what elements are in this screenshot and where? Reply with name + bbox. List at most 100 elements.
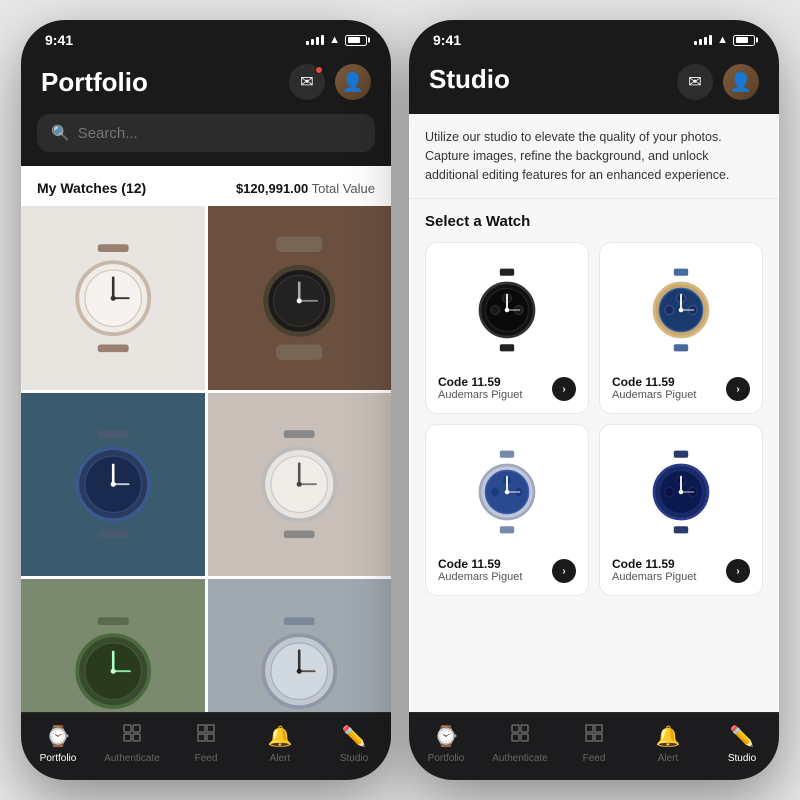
studio-screen: 9:41 ▲ Studio ✉ — [409, 20, 779, 780]
watch-card-3[interactable]: Code 11.59 Audemars Piguet › — [425, 424, 589, 596]
select-watch-section: Select a Watch — [409, 199, 779, 712]
portfolio-main: My Watches (12) $120,991.00 Total Value — [21, 166, 391, 712]
studio-description-text: Utilize our studio to elevate the qualit… — [425, 128, 763, 184]
nav-item-studio[interactable]: ✏️ Studio — [317, 724, 391, 764]
studio-avatar-button[interactable]: 👤 — [723, 64, 759, 100]
watch-selection-grid: Code 11.59 Audemars Piguet › — [425, 242, 763, 596]
studio-title: Studio — [429, 64, 510, 95]
watch-cell-4[interactable] — [208, 393, 392, 577]
search-icon: 🔍 — [51, 124, 70, 142]
watch-img-area-4 — [612, 437, 750, 547]
total-value-amount: $120,991.00 — [236, 181, 308, 196]
alert2-nav-label: Alert — [658, 753, 679, 764]
nav-item-authenticate[interactable]: Authenticate — [95, 723, 169, 764]
search-bar-wrapper: 🔍 — [21, 114, 391, 166]
watch-illustration-4 — [235, 420, 363, 548]
watch-img-area-1 — [438, 255, 576, 365]
header-actions: ✉ 👤 — [289, 64, 371, 100]
status-bar-1: 9:41 ▲ — [21, 20, 391, 56]
watch-card-4[interactable]: Code 11.59 Audemars Piguet › — [599, 424, 763, 596]
studio-watch-svg-2 — [641, 265, 721, 355]
portfolio-section: My Watches (12) $120,991.00 Total Value — [21, 166, 391, 712]
status-time-1: 9:41 — [45, 32, 73, 48]
nav-item-portfolio[interactable]: ⌚ Portfolio — [21, 724, 95, 764]
battery-icon — [345, 35, 367, 46]
studio2-nav-label: Studio — [728, 753, 756, 764]
studio-avatar-face: 👤 — [723, 64, 759, 100]
watch-illustration-6 — [235, 607, 363, 712]
watch-cell-5[interactable] — [21, 579, 205, 712]
authenticate-nav-label: Authenticate — [104, 753, 160, 764]
watch-illustration-1 — [49, 234, 177, 362]
nav2-item-portfolio[interactable]: ⌚ Portfolio — [409, 724, 483, 764]
signal-bar-2-4 — [709, 35, 712, 45]
mail-icon: ✉ — [300, 72, 313, 92]
studio-watch-svg-4 — [641, 447, 721, 537]
studio-nav-icon: ✏️ — [342, 724, 367, 749]
feed-nav-label: Feed — [195, 753, 218, 764]
alert2-nav-icon: 🔔 — [656, 724, 681, 749]
portfolio2-nav-icon: ⌚ — [434, 724, 459, 749]
watch-cell-1[interactable] — [21, 206, 205, 390]
feed2-nav-label: Feed — [583, 753, 606, 764]
watch-grid — [21, 206, 391, 712]
total-value-suffix: Total Value — [312, 181, 375, 196]
watches-count-label: My Watches (12) — [37, 180, 146, 196]
nav2-item-authenticate[interactable]: Authenticate — [483, 723, 557, 764]
portfolio-title: Portfolio — [41, 67, 148, 98]
phone-studio: 9:41 ▲ Studio ✉ — [409, 20, 779, 780]
portfolio-screen: 9:41 ▲ Portfolio ✉ — [21, 20, 391, 780]
avatar-button[interactable]: 👤 — [335, 64, 371, 100]
studio-header: Studio ✉ 👤 — [409, 56, 779, 114]
studio-nav-label: Studio — [340, 753, 368, 764]
signal-icon-2 — [694, 35, 712, 45]
signal-icon — [306, 35, 324, 45]
select-watch-title: Select a Watch — [425, 213, 763, 230]
authenticate2-nav-label: Authenticate — [492, 753, 548, 764]
studio2-nav-icon: ✏️ — [730, 724, 755, 749]
signal-bar-1 — [306, 41, 309, 45]
portfolio2-nav-label: Portfolio — [428, 753, 465, 764]
nav2-item-alert[interactable]: 🔔 Alert — [631, 724, 705, 764]
phone-portfolio: 9:41 ▲ Portfolio ✉ — [21, 20, 391, 780]
signal-bar-2-2 — [699, 39, 702, 45]
battery-fill — [348, 37, 361, 43]
signal-bar-2-1 — [694, 41, 697, 45]
portfolio-watches-header: My Watches (12) $120,991.00 Total Value — [21, 166, 391, 206]
search-bar[interactable]: 🔍 — [37, 114, 375, 152]
portfolio-nav-label: Portfolio — [40, 753, 77, 764]
watch-card-2[interactable]: Code 11.59 Audemars Piguet › — [599, 242, 763, 414]
watch-img-area-3 — [438, 437, 576, 547]
authenticate-nav-icon — [122, 723, 142, 749]
studio-mail-icon: ✉ — [688, 72, 701, 92]
status-bar-2: 9:41 ▲ — [409, 20, 779, 56]
watch-illustration-5 — [49, 607, 177, 712]
watch-cell-6[interactable] — [208, 579, 392, 712]
studio-notification-button[interactable]: ✉ — [677, 64, 713, 100]
nav2-item-studio[interactable]: ✏️ Studio — [705, 724, 779, 764]
watch-cell-3[interactable] — [21, 393, 205, 577]
notification-button[interactable]: ✉ — [289, 64, 325, 100]
authenticate2-nav-icon — [510, 723, 530, 749]
signal-bar-2 — [311, 39, 314, 45]
alert-nav-label: Alert — [270, 753, 291, 764]
wifi-icon-2: ▲ — [717, 34, 728, 46]
nav-item-alert[interactable]: 🔔 Alert — [243, 724, 317, 764]
battery-fill-2 — [736, 37, 749, 43]
signal-bar-4 — [321, 35, 324, 45]
nav-item-feed[interactable]: Feed — [169, 723, 243, 764]
nav2-item-feed[interactable]: Feed — [557, 723, 631, 764]
search-input[interactable] — [78, 125, 361, 142]
signal-bar-3 — [316, 37, 319, 45]
signal-bar-2-3 — [704, 37, 707, 45]
watch-illustration-2 — [235, 234, 363, 362]
status-icons-2: ▲ — [694, 34, 755, 46]
portfolio-header: Portfolio ✉ 👤 — [21, 56, 391, 114]
studio-watch-svg-3 — [467, 447, 547, 537]
notification-dot — [315, 66, 323, 74]
studio-description: Utilize our studio to elevate the qualit… — [409, 114, 779, 199]
feed-nav-icon — [196, 723, 216, 749]
watch-card-1[interactable]: Code 11.59 Audemars Piguet › — [425, 242, 589, 414]
battery-icon-2 — [733, 35, 755, 46]
watch-cell-2[interactable] — [208, 206, 392, 390]
